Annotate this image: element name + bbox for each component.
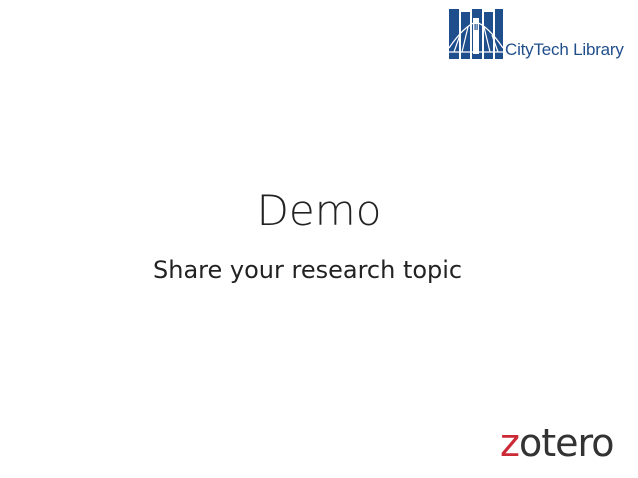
- slide-subtitle: Share your research topic: [153, 256, 463, 284]
- zotero-logo-icon: zotero: [500, 421, 615, 465]
- zotero-logo: zotero: [500, 418, 630, 466]
- zotero-logo-z: z: [500, 421, 519, 465]
- slide: CityTech Library Demo Share your researc…: [0, 0, 638, 478]
- citytech-library-mark-icon: [448, 8, 504, 60]
- slide-title: Demo: [256, 186, 382, 235]
- citytech-library-logo-text: CityTech Library: [505, 40, 624, 59]
- citytech-library-logo: CityTech Library: [448, 8, 633, 62]
- svg-text:zotero: zotero: [500, 421, 614, 465]
- zotero-logo-rest: otero: [519, 421, 614, 465]
